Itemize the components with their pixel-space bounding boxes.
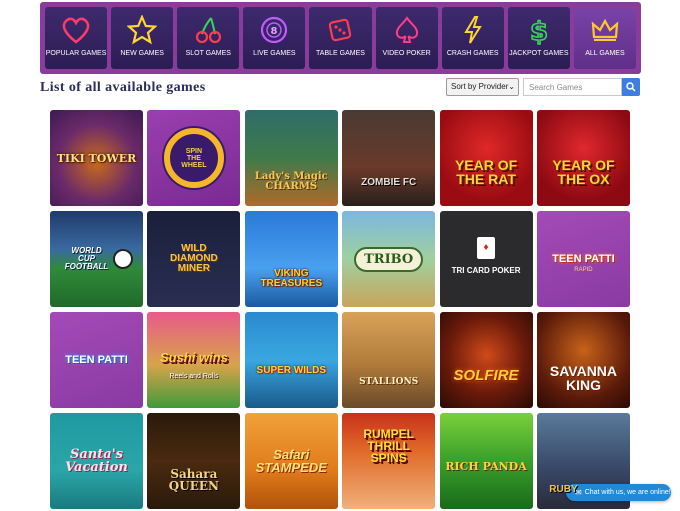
lightning-icon bbox=[456, 13, 490, 47]
category-label: LIVE GAMES bbox=[253, 50, 296, 57]
roulette-chip-icon: 8 bbox=[257, 13, 291, 47]
page-title: List of all available games bbox=[40, 80, 206, 95]
dice-icon bbox=[323, 13, 357, 47]
game-tile[interactable]: Sahara QUEEN bbox=[147, 413, 241, 509]
game-tile[interactable]: TRIBO bbox=[342, 211, 436, 307]
game-title: SOLFIRE bbox=[453, 366, 519, 384]
game-title: RUBY bbox=[549, 484, 578, 495]
category-crash-games[interactable]: CRASH GAMES bbox=[441, 7, 504, 69]
game-title: YEAR OF THE RAT bbox=[454, 157, 518, 187]
game-tile[interactable]: RICH PANDA bbox=[439, 413, 533, 509]
game-title: TRIBO bbox=[354, 246, 424, 272]
game-tile[interactable]: SAVANNA KING bbox=[536, 312, 630, 408]
category-all-games[interactable]: ALL GAMES bbox=[573, 7, 636, 69]
game-title: TIKI TOWER bbox=[56, 151, 137, 165]
game-title: SUPER WILDS bbox=[256, 365, 326, 376]
category-label: TABLE GAMES bbox=[316, 50, 365, 57]
chat-label: Chat with us, we are online! bbox=[584, 489, 671, 496]
game-tile[interactable]: YEAR OF THE RAT bbox=[439, 110, 533, 206]
game-title: TRI CARD POKER bbox=[451, 266, 521, 275]
game-tile[interactable]: ♦ TRI CARD POKER bbox=[439, 211, 533, 307]
game-tile[interactable]: YEAR OF THE OX bbox=[536, 110, 630, 206]
star-icon bbox=[125, 13, 159, 47]
category-label: JACKPOT GAMES bbox=[509, 50, 569, 57]
game-title: YEAR OF THE OX bbox=[552, 157, 615, 187]
category-label: ALL GAMES bbox=[585, 50, 625, 57]
chevron-down-icon: ⌄ bbox=[508, 82, 515, 91]
game-tile[interactable]: Safari STAMPEDE bbox=[244, 413, 338, 509]
game-title: SAVANNA KING bbox=[549, 363, 618, 393]
game-title: Santa's Vacation bbox=[65, 447, 128, 475]
game-tile[interactable]: VIKING TREASURES bbox=[244, 211, 338, 307]
football-icon bbox=[113, 249, 133, 269]
game-title: Safari STAMPEDE bbox=[255, 447, 327, 475]
spade-icon bbox=[390, 13, 424, 47]
game-tile[interactable]: RUMPEL THRILL SPINS bbox=[342, 413, 436, 509]
game-tile[interactable]: SPIN THE WHEEL bbox=[147, 110, 241, 206]
sort-select[interactable]: Sort by Provider ⌄ bbox=[446, 78, 519, 96]
sort-selected-value: Sort by Provider bbox=[451, 82, 509, 91]
game-title: Lady's Magic CHARMS bbox=[254, 171, 328, 192]
search-input[interactable] bbox=[523, 78, 622, 96]
search-button[interactable] bbox=[622, 78, 640, 96]
game-title: VIKING TREASURES bbox=[260, 268, 323, 289]
crown-icon bbox=[588, 13, 622, 47]
heart-icon bbox=[59, 13, 93, 47]
game-tile[interactable]: Santa's Vacation bbox=[50, 413, 143, 509]
category-label: CRASH GAMES bbox=[446, 50, 499, 57]
svg-text:$: $ bbox=[530, 17, 548, 45]
game-tile[interactable]: TIKI TOWER bbox=[50, 110, 143, 206]
game-tile[interactable]: WILD DIAMOND MINER bbox=[147, 211, 241, 307]
category-slot-games[interactable]: SLOT GAMES bbox=[177, 7, 240, 69]
game-title: Sahara QUEEN bbox=[168, 467, 219, 493]
game-title: WORLD CUP FOOTBALL bbox=[64, 246, 109, 271]
game-tile[interactable]: SOLFIRE bbox=[439, 312, 533, 408]
game-title: WILD DIAMOND MINER bbox=[170, 243, 218, 274]
game-title: RICH PANDA bbox=[445, 459, 527, 473]
category-bar: POPULAR GAMES NEW GAMES SLOT GAMES 8 LIV… bbox=[40, 2, 641, 74]
category-live-games[interactable]: 8 LIVE GAMES bbox=[243, 7, 306, 69]
game-title: TEEN PATTI bbox=[65, 353, 128, 366]
game-tile[interactable]: TEEN PATTI RAPID bbox=[536, 211, 630, 307]
game-title: SPIN THE WHEEL bbox=[181, 147, 207, 169]
category-table-games[interactable]: TABLE GAMES bbox=[309, 7, 372, 69]
category-video-poker[interactable]: VIDEO POKER bbox=[375, 7, 438, 69]
game-tile[interactable]: Sushi wins Reels and Rolls bbox=[147, 312, 241, 408]
category-new-games[interactable]: NEW GAMES bbox=[111, 7, 174, 69]
category-label: POPULAR GAMES bbox=[45, 50, 107, 57]
game-tile[interactable]: TEEN PATTI bbox=[50, 312, 143, 408]
game-title: ZOMBIE FC bbox=[361, 177, 417, 188]
games-grid: TIKI TOWER SPIN THE WHEEL Lady's Magic C… bbox=[50, 110, 630, 509]
game-tile[interactable]: SUPER WILDS bbox=[244, 312, 338, 408]
category-label: VIDEO POKER bbox=[382, 50, 431, 57]
chat-widget-button[interactable]: ✉ Chat with us, we are online! bbox=[566, 484, 671, 501]
cherry-icon bbox=[191, 13, 225, 47]
game-tile[interactable]: ZOMBIE FC bbox=[342, 110, 436, 206]
game-title: TEEN PATTI bbox=[552, 252, 615, 265]
game-title: Sushi wins bbox=[159, 349, 228, 365]
game-tile[interactable]: STALLIONS bbox=[342, 312, 436, 408]
cards-icon: ♦ bbox=[477, 237, 496, 259]
category-label: NEW GAMES bbox=[120, 50, 164, 57]
game-subtitle: Reels and Rolls bbox=[169, 373, 219, 380]
game-title: STALLIONS bbox=[359, 376, 419, 387]
dollar-icon: $ bbox=[522, 13, 556, 47]
game-subtitle: RAPID bbox=[574, 267, 593, 273]
svg-text:8: 8 bbox=[271, 26, 278, 37]
category-label: SLOT GAMES bbox=[185, 50, 231, 57]
game-tile[interactable]: Lady's Magic CHARMS bbox=[244, 110, 338, 206]
game-title: RUMPEL THRILL SPINS bbox=[363, 427, 414, 465]
search-icon bbox=[626, 82, 636, 92]
category-jackpot-games[interactable]: $ JACKPOT GAMES bbox=[507, 7, 570, 69]
category-popular-games[interactable]: POPULAR GAMES bbox=[45, 7, 108, 69]
game-tile[interactable]: WORLD CUP FOOTBALL bbox=[50, 211, 143, 307]
